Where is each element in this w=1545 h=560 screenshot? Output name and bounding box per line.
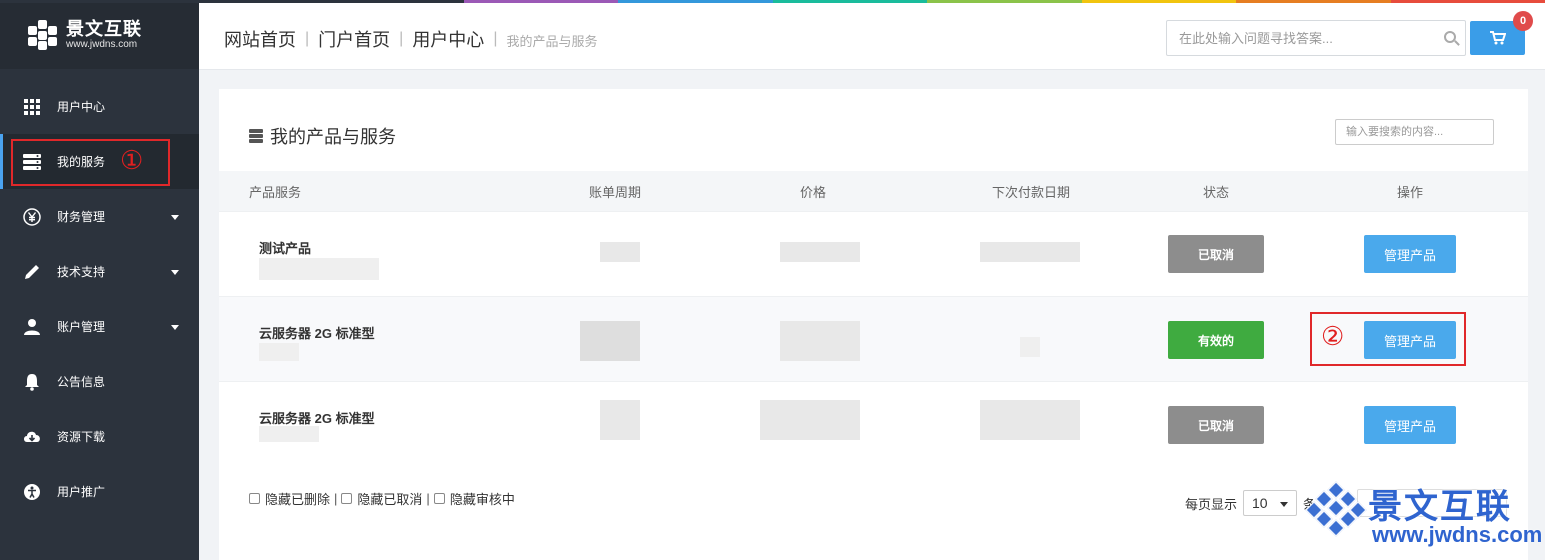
sidebar-item-label: 用户推广 bbox=[57, 485, 106, 499]
status-badge: 已取消 bbox=[1168, 406, 1264, 444]
sidebar-item-downloads[interactable]: 资源下载 bbox=[0, 409, 199, 464]
column-header-next-due[interactable]: 下次付款日期 bbox=[992, 171, 1070, 211]
breadcrumb: 网站首页 | 门户首页 | 用户中心 | 我的产品与服务 bbox=[224, 26, 597, 52]
top-header: 网站首页 | 门户首页 | 用户中心 | 我的产品与服务 0 bbox=[199, 0, 1545, 70]
help-search bbox=[1166, 20, 1466, 56]
help-search-input[interactable] bbox=[1167, 21, 1427, 55]
top-color-stripe bbox=[0, 0, 1545, 3]
yen-icon bbox=[22, 207, 42, 227]
column-header-billing-cycle[interactable]: 账单周期 bbox=[589, 171, 641, 211]
sidebar-item-label: 账户管理 bbox=[57, 320, 106, 334]
status-badge: 已取消 bbox=[1168, 235, 1264, 273]
sidebar-item-label: 财务管理 bbox=[57, 210, 106, 224]
sidebar: 景文互联 www.jwdns.com 用户中心 我的服务 ① 财务管理 技术支持… bbox=[0, 0, 199, 560]
column-header-actions: 操作 bbox=[1397, 184, 1424, 200]
sidebar-item-label: 资源下载 bbox=[57, 430, 106, 444]
product-name: 云服务器 2G 标准型 bbox=[259, 326, 375, 341]
cart-icon bbox=[1489, 31, 1506, 45]
breadcrumb-portal[interactable]: 门户首页 bbox=[318, 26, 390, 52]
sidebar-item-user-center[interactable]: 用户中心 bbox=[0, 79, 199, 134]
chevron-down-icon bbox=[171, 270, 179, 275]
chevron-down-icon bbox=[171, 325, 179, 330]
accessibility-icon bbox=[22, 482, 42, 502]
sidebar-item-account[interactable]: 账户管理 bbox=[0, 299, 199, 354]
redacted-price bbox=[780, 321, 860, 361]
hide-deleted-label[interactable]: 隐藏已删除 bbox=[265, 489, 330, 508]
sidebar-item-label: 用户中心 bbox=[57, 100, 106, 114]
column-header-price[interactable]: 价格 bbox=[800, 171, 826, 211]
table-row[interactable]: 云服务器 2G 标准型 已取消 管理产品 bbox=[219, 381, 1528, 466]
watermark-url: www.jwdns.com bbox=[1372, 522, 1543, 547]
user-icon bbox=[22, 317, 42, 337]
watermark-name: 景文互联 bbox=[1368, 488, 1512, 526]
cloud-download-icon bbox=[22, 427, 42, 447]
sidebar-item-finance[interactable]: 财务管理 bbox=[0, 189, 199, 244]
hide-deleted-checkbox[interactable] bbox=[249, 493, 260, 504]
breadcrumb-user-center[interactable]: 用户中心 bbox=[412, 26, 484, 52]
table-row[interactable]: 测试产品 已取消 管理产品 bbox=[219, 211, 1528, 296]
table-search bbox=[1335, 119, 1494, 145]
cart-count-badge: 0 bbox=[1513, 11, 1533, 31]
redacted-price bbox=[780, 242, 860, 262]
redacted-billing-cycle bbox=[600, 400, 640, 440]
redacted-domain bbox=[259, 258, 379, 280]
hide-cancelled-label[interactable]: 隐藏已取消 bbox=[357, 489, 422, 508]
logo-cubes-icon bbox=[26, 19, 60, 50]
annotation-highlight-box bbox=[11, 139, 170, 186]
redacted-due-date bbox=[980, 242, 1080, 262]
brand-logo[interactable]: 景文互联 www.jwdns.com bbox=[0, 0, 199, 69]
breadcrumb-current: 我的产品与服务 bbox=[506, 33, 598, 49]
per-page-control: 每页显示 10 条 bbox=[1185, 490, 1316, 516]
sidebar-item-label: 公告信息 bbox=[57, 375, 106, 389]
product-name: 测试产品 bbox=[259, 241, 312, 256]
search-icon[interactable] bbox=[1444, 31, 1456, 43]
brand-name: 景文互联 bbox=[66, 18, 142, 39]
sidebar-item-label: 技术支持 bbox=[57, 265, 106, 279]
sidebar-item-announcements[interactable]: 公告信息 bbox=[0, 354, 199, 409]
manage-product-button[interactable]: 管理产品 bbox=[1364, 235, 1456, 273]
sidebar-item-promotion[interactable]: 用户推广 bbox=[0, 464, 199, 519]
table-filters: 隐藏已删除 | 隐藏已取消 | 隐藏审核中 bbox=[249, 489, 515, 508]
per-page-select[interactable]: 10 bbox=[1243, 490, 1298, 516]
sidebar-item-tech-support[interactable]: 技术支持 bbox=[0, 244, 199, 299]
server-icon bbox=[249, 129, 263, 143]
redacted-price bbox=[760, 400, 860, 440]
redacted-billing-cycle bbox=[580, 321, 640, 361]
bell-icon bbox=[22, 372, 42, 392]
redacted-due-date bbox=[1020, 337, 1040, 357]
brand-url: www.jwdns.com bbox=[66, 38, 138, 50]
redacted-domain bbox=[259, 343, 299, 361]
panel-title: 我的产品与服务 bbox=[249, 123, 396, 149]
table-search-input[interactable] bbox=[1336, 120, 1493, 144]
watermark: 景文互联 www.jwdns.com bbox=[1300, 478, 1543, 560]
product-name: 云服务器 2G 标准型 bbox=[259, 411, 375, 426]
manage-product-button[interactable]: 管理产品 bbox=[1364, 406, 1456, 444]
chevron-down-icon bbox=[171, 215, 179, 220]
annotation-highlight-box bbox=[1310, 312, 1466, 366]
breadcrumb-home[interactable]: 网站首页 bbox=[224, 26, 296, 52]
redacted-domain bbox=[259, 426, 319, 442]
grid-icon bbox=[22, 97, 42, 117]
watermark-logo-icon bbox=[1305, 481, 1367, 540]
redacted-due-date bbox=[980, 400, 1080, 440]
hide-pending-label[interactable]: 隐藏审核中 bbox=[450, 489, 515, 508]
hide-pending-checkbox[interactable] bbox=[433, 493, 445, 504]
column-header-status[interactable]: 状态 bbox=[1203, 171, 1229, 211]
status-badge: 有效的 bbox=[1168, 321, 1264, 359]
column-header-product[interactable]: 产品服务 bbox=[249, 171, 301, 211]
table-header: 产品服务 账单周期 价格 下次付款日期 状态 操作 bbox=[219, 171, 1528, 211]
pencil-icon bbox=[22, 262, 42, 282]
per-page-label: 每页显示 bbox=[1185, 496, 1238, 512]
hide-cancelled-checkbox[interactable] bbox=[341, 493, 353, 504]
redacted-billing-cycle bbox=[600, 242, 640, 262]
